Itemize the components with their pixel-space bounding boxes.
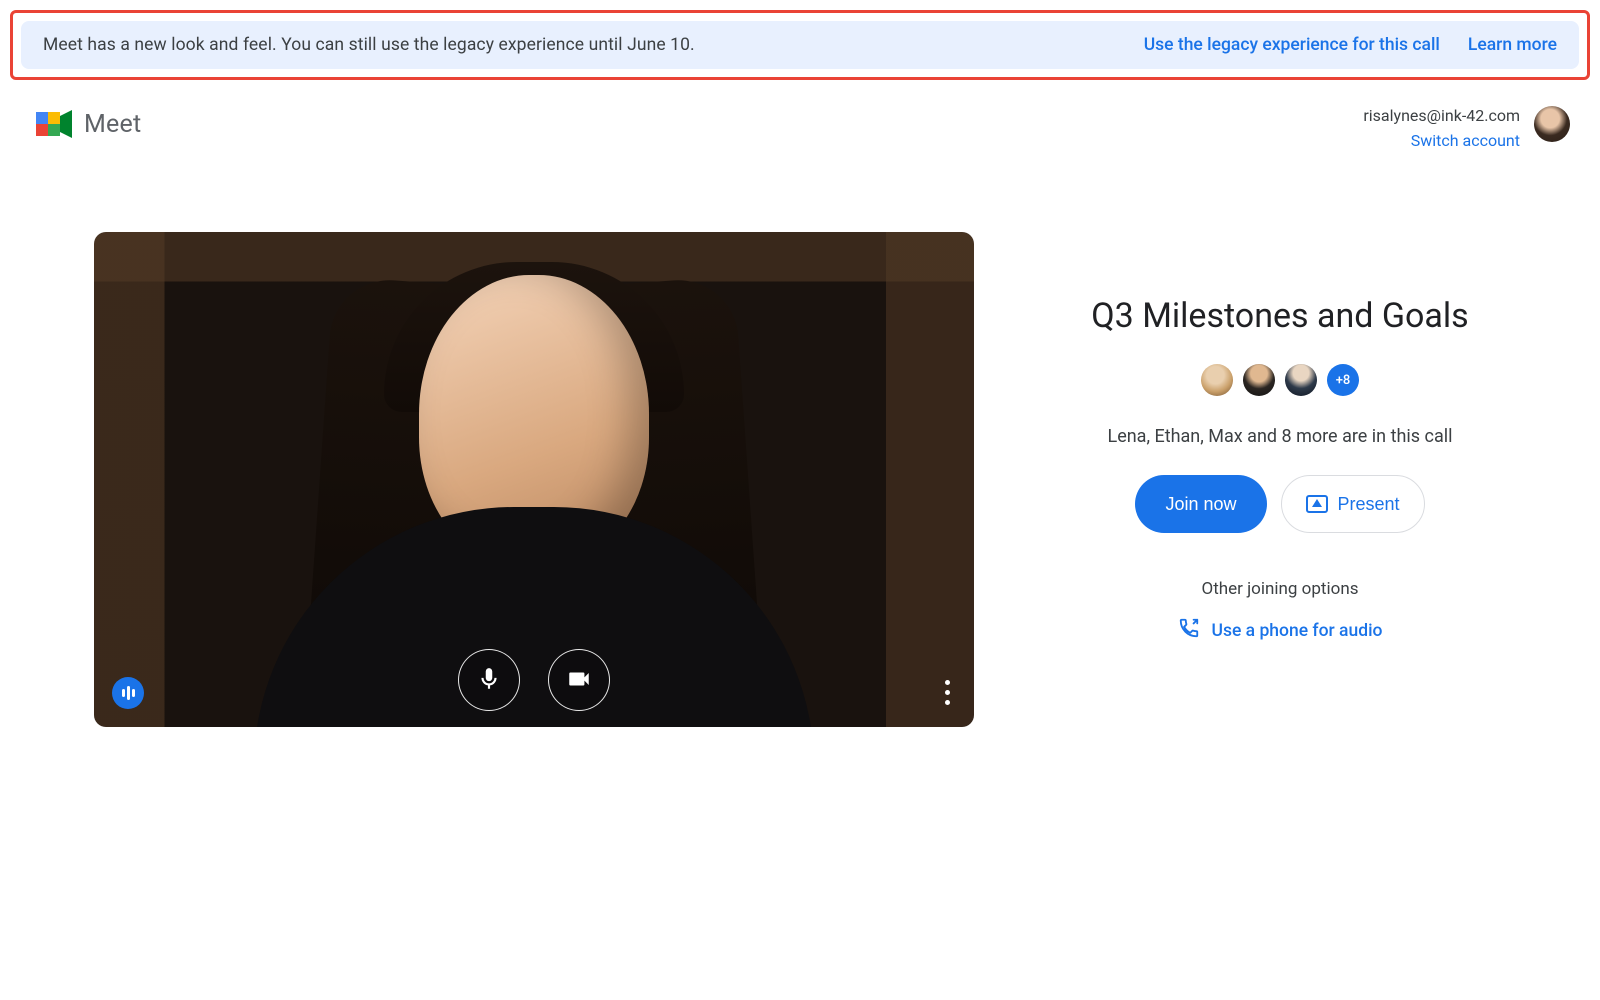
- phone-callback-icon: [1178, 617, 1200, 644]
- toggle-microphone-button[interactable]: [458, 649, 520, 711]
- participants-summary: Lena, Ethan, Max and 8 more are in this …: [1054, 426, 1506, 447]
- join-now-button[interactable]: Join now: [1135, 475, 1266, 533]
- account-avatar[interactable]: [1534, 106, 1570, 142]
- microphone-icon: [476, 666, 502, 695]
- participant-overflow-badge: +8: [1327, 364, 1359, 396]
- preview-controls: [458, 649, 610, 711]
- camera-icon: [566, 666, 592, 695]
- other-options-heading: Other joining options: [1054, 579, 1506, 599]
- account-area: risalynes@ink-42.com Switch account: [1363, 104, 1570, 154]
- audio-level-icon: [122, 686, 135, 700]
- present-to-all-icon: [1306, 495, 1328, 513]
- info-banner: Meet has a new look and feel. You can st…: [21, 21, 1579, 69]
- toggle-camera-button[interactable]: [548, 649, 610, 711]
- switch-account-link[interactable]: Switch account: [1411, 131, 1520, 150]
- participant-avatars: +8: [1054, 364, 1506, 396]
- legacy-experience-link[interactable]: Use the legacy experience for this call: [1144, 35, 1440, 55]
- meeting-join-panel: Q3 Milestones and Goals +8 Lena, Ethan, …: [1054, 232, 1506, 727]
- participant-avatar: [1285, 364, 1317, 396]
- app-header: Meet risalynes@ink-42.com Switch account: [30, 98, 1570, 160]
- participant-avatar: [1243, 364, 1275, 396]
- participant-avatar: [1201, 364, 1233, 396]
- main-content: Q3 Milestones and Goals +8 Lena, Ethan, …: [94, 232, 1506, 727]
- banner-actions: Use the legacy experience for this call …: [1144, 35, 1557, 55]
- brand: Meet: [30, 104, 141, 144]
- use-phone-label: Use a phone for audio: [1212, 621, 1383, 641]
- present-button-label: Present: [1338, 494, 1400, 515]
- meeting-title: Q3 Milestones and Goals: [1054, 296, 1506, 336]
- account-email: risalynes@ink-42.com: [1363, 104, 1520, 129]
- join-buttons: Join now Present: [1054, 475, 1506, 533]
- banner-highlight-frame: Meet has a new look and feel. You can st…: [10, 10, 1590, 80]
- app-name: Meet: [84, 110, 141, 139]
- audio-level-indicator: [112, 677, 144, 709]
- banner-message: Meet has a new look and feel. You can st…: [43, 35, 695, 55]
- learn-more-link[interactable]: Learn more: [1468, 35, 1557, 55]
- meet-logo-icon: [30, 104, 76, 144]
- present-button[interactable]: Present: [1281, 475, 1425, 533]
- use-phone-for-audio-link[interactable]: Use a phone for audio: [1178, 617, 1383, 644]
- preview-more-options-button[interactable]: [945, 680, 950, 705]
- self-video-preview: [94, 232, 974, 727]
